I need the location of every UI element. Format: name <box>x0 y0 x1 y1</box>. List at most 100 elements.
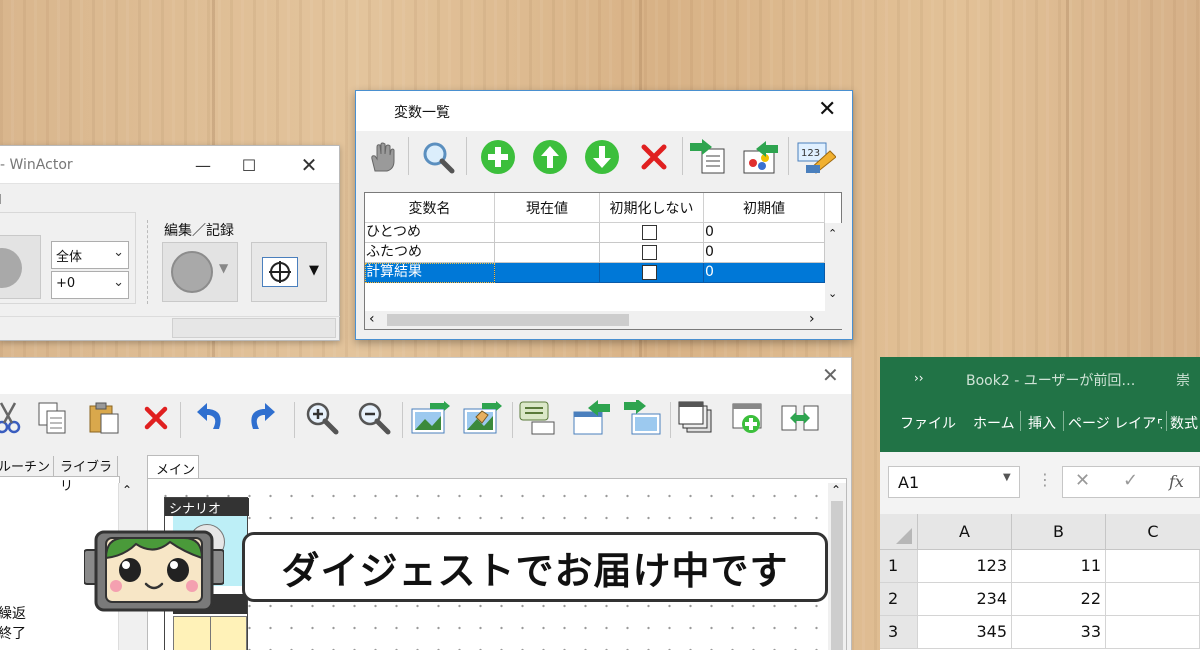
close-button[interactable]: ✕ <box>822 363 839 387</box>
zoom-out-icon[interactable] <box>354 398 394 438</box>
menu-home[interactable]: ホーム <box>973 413 1015 433</box>
initial-value-cell[interactable]: 0 <box>704 263 825 283</box>
initial-value-cell[interactable]: 0 <box>704 243 825 263</box>
chevron-down-icon: ⌄ <box>113 245 124 260</box>
variable-name-cell[interactable]: 計算結果 <box>365 263 495 283</box>
menu-insert[interactable]: 挿入 <box>1028 413 1056 433</box>
check-icon[interactable]: ✓ <box>1123 470 1138 491</box>
scroll-thumb[interactable] <box>387 314 629 326</box>
image-capture-icon[interactable] <box>410 398 450 438</box>
redo-icon[interactable] <box>242 398 282 438</box>
branch-node[interactable] <box>173 616 247 650</box>
column-header-b[interactable]: B <box>1012 514 1106 550</box>
scroll-right-icon[interactable]: › <box>809 311 815 327</box>
scroll-down-icon[interactable]: ⌄ <box>828 287 837 300</box>
cancel-icon[interactable]: ✕ <box>1075 470 1090 491</box>
delete-icon[interactable] <box>634 137 674 177</box>
column-header-a[interactable]: A <box>918 514 1012 550</box>
list-item[interactable]: 終了 <box>0 623 26 643</box>
close-button[interactable]: ✕ <box>286 146 332 184</box>
paste-icon[interactable] <box>84 398 124 438</box>
cell-b1[interactable]: 11 <box>1012 550 1106 583</box>
vertical-scrollbar[interactable]: ⌃ ⌄ <box>825 223 842 311</box>
menu-page-layout[interactable]: ページ レイアウ <box>1068 413 1162 433</box>
minimize-button[interactable]: — <box>180 146 226 184</box>
cell-c2[interactable] <box>1106 583 1200 616</box>
up-arrow-icon[interactable] <box>530 137 570 177</box>
target-select-button[interactable]: ▼ <box>251 242 327 302</box>
name-box[interactable]: A1 ▼ <box>888 466 1020 498</box>
menu-formulas[interactable]: 数式 <box>1170 413 1198 433</box>
cell-b3[interactable]: 33 <box>1012 616 1106 649</box>
cell-a2[interactable]: 234 <box>918 583 1012 616</box>
delete-icon[interactable] <box>136 398 176 438</box>
hand-icon[interactable] <box>362 137 402 177</box>
comment-icon[interactable] <box>518 398 558 438</box>
add-icon[interactable] <box>478 137 518 177</box>
cell-a3[interactable]: 345 <box>918 616 1012 649</box>
table-row[interactable]: ふたつめ 0 <box>365 243 825 263</box>
no-init-checkbox[interactable] <box>642 225 657 240</box>
column-header[interactable]: 初期値 <box>704 193 825 223</box>
maximize-button[interactable]: ☐ <box>226 146 272 184</box>
record-button[interactable] <box>0 235 41 299</box>
variable-name-cell[interactable]: ひとつめ <box>365 223 495 243</box>
current-value-cell[interactable] <box>495 223 600 243</box>
export-scenario-icon[interactable] <box>622 398 662 438</box>
variable-name-cell[interactable]: ふたつめ <box>365 243 495 263</box>
horizontal-scrollbar[interactable]: ‹ › <box>365 311 842 329</box>
scroll-up-icon[interactable]: ⌃ <box>828 227 837 240</box>
select-all-corner[interactable] <box>880 514 918 550</box>
undo-icon[interactable] <box>190 398 230 438</box>
scroll-up-icon[interactable]: ⌃ <box>831 483 841 497</box>
column-header[interactable]: 現在値 <box>495 193 600 223</box>
image-match-icon[interactable] <box>462 398 502 438</box>
close-button[interactable]: ✕ <box>818 97 836 122</box>
toolbar-separator <box>294 402 295 438</box>
import-scenario-icon[interactable] <box>570 398 610 438</box>
import-icon[interactable] <box>688 137 728 177</box>
window-swap-icon[interactable] <box>780 398 820 438</box>
record-split-button[interactable]: ▼ <box>162 242 238 302</box>
fx-button[interactable]: fx <box>1169 472 1184 491</box>
no-init-checkbox[interactable] <box>642 265 657 280</box>
menu-file[interactable]: ファイル <box>900 413 956 433</box>
table-row[interactable]: ひとつめ 0 <box>365 223 825 243</box>
export-icon[interactable] <box>740 137 780 177</box>
tab-main[interactable]: メイン <box>147 455 199 479</box>
column-header[interactable]: 変数名 <box>365 193 495 223</box>
row-header[interactable]: 3 <box>880 616 918 649</box>
current-value-cell[interactable] <box>495 243 600 263</box>
zoom-in-icon[interactable] <box>302 398 342 438</box>
table-row-selected[interactable]: 計算結果 0 <box>365 263 825 283</box>
add-window-icon[interactable] <box>728 398 768 438</box>
qat-more-icon[interactable]: ›› <box>914 371 924 385</box>
down-arrow-icon[interactable] <box>582 137 622 177</box>
no-init-checkbox[interactable] <box>642 245 657 260</box>
scroll-left-icon[interactable]: ‹ <box>369 311 375 327</box>
scroll-up-icon[interactable]: ⌃ <box>122 483 132 497</box>
cut-icon[interactable] <box>0 398 28 438</box>
current-value-cell[interactable] <box>495 263 600 283</box>
scroll-thumb[interactable] <box>831 501 843 650</box>
offset-select[interactable]: +0 ⌄ <box>51 271 129 299</box>
cell-a1[interactable]: 123 <box>918 550 1012 583</box>
tab-library[interactable]: ライブラリ <box>56 456 118 494</box>
cell-c3[interactable] <box>1106 616 1200 649</box>
search-icon[interactable] <box>418 137 458 177</box>
scope-select[interactable]: 全体 ⌄ <box>51 241 129 269</box>
cell-b2[interactable]: 22 <box>1012 583 1106 616</box>
row-header[interactable]: 1 <box>880 550 918 583</box>
calculator-icon[interactable]: 123 <box>796 137 836 177</box>
column-header[interactable]: 初期化しない <box>600 193 704 223</box>
row-header[interactable]: 2 <box>880 583 918 616</box>
canvas-scrollbar[interactable]: ⌃ <box>828 483 846 650</box>
dropdown-arrow-icon[interactable]: ▼ <box>1003 472 1011 483</box>
window-list-icon[interactable] <box>676 398 716 438</box>
list-item[interactable]: 繰返 <box>0 603 26 623</box>
cell-c1[interactable] <box>1106 550 1200 583</box>
copy-icon[interactable] <box>32 398 72 438</box>
tab-routine[interactable]: ルーチン <box>0 456 54 476</box>
column-header-c[interactable]: C <box>1106 514 1200 550</box>
initial-value-cell[interactable]: 0 <box>704 223 825 243</box>
